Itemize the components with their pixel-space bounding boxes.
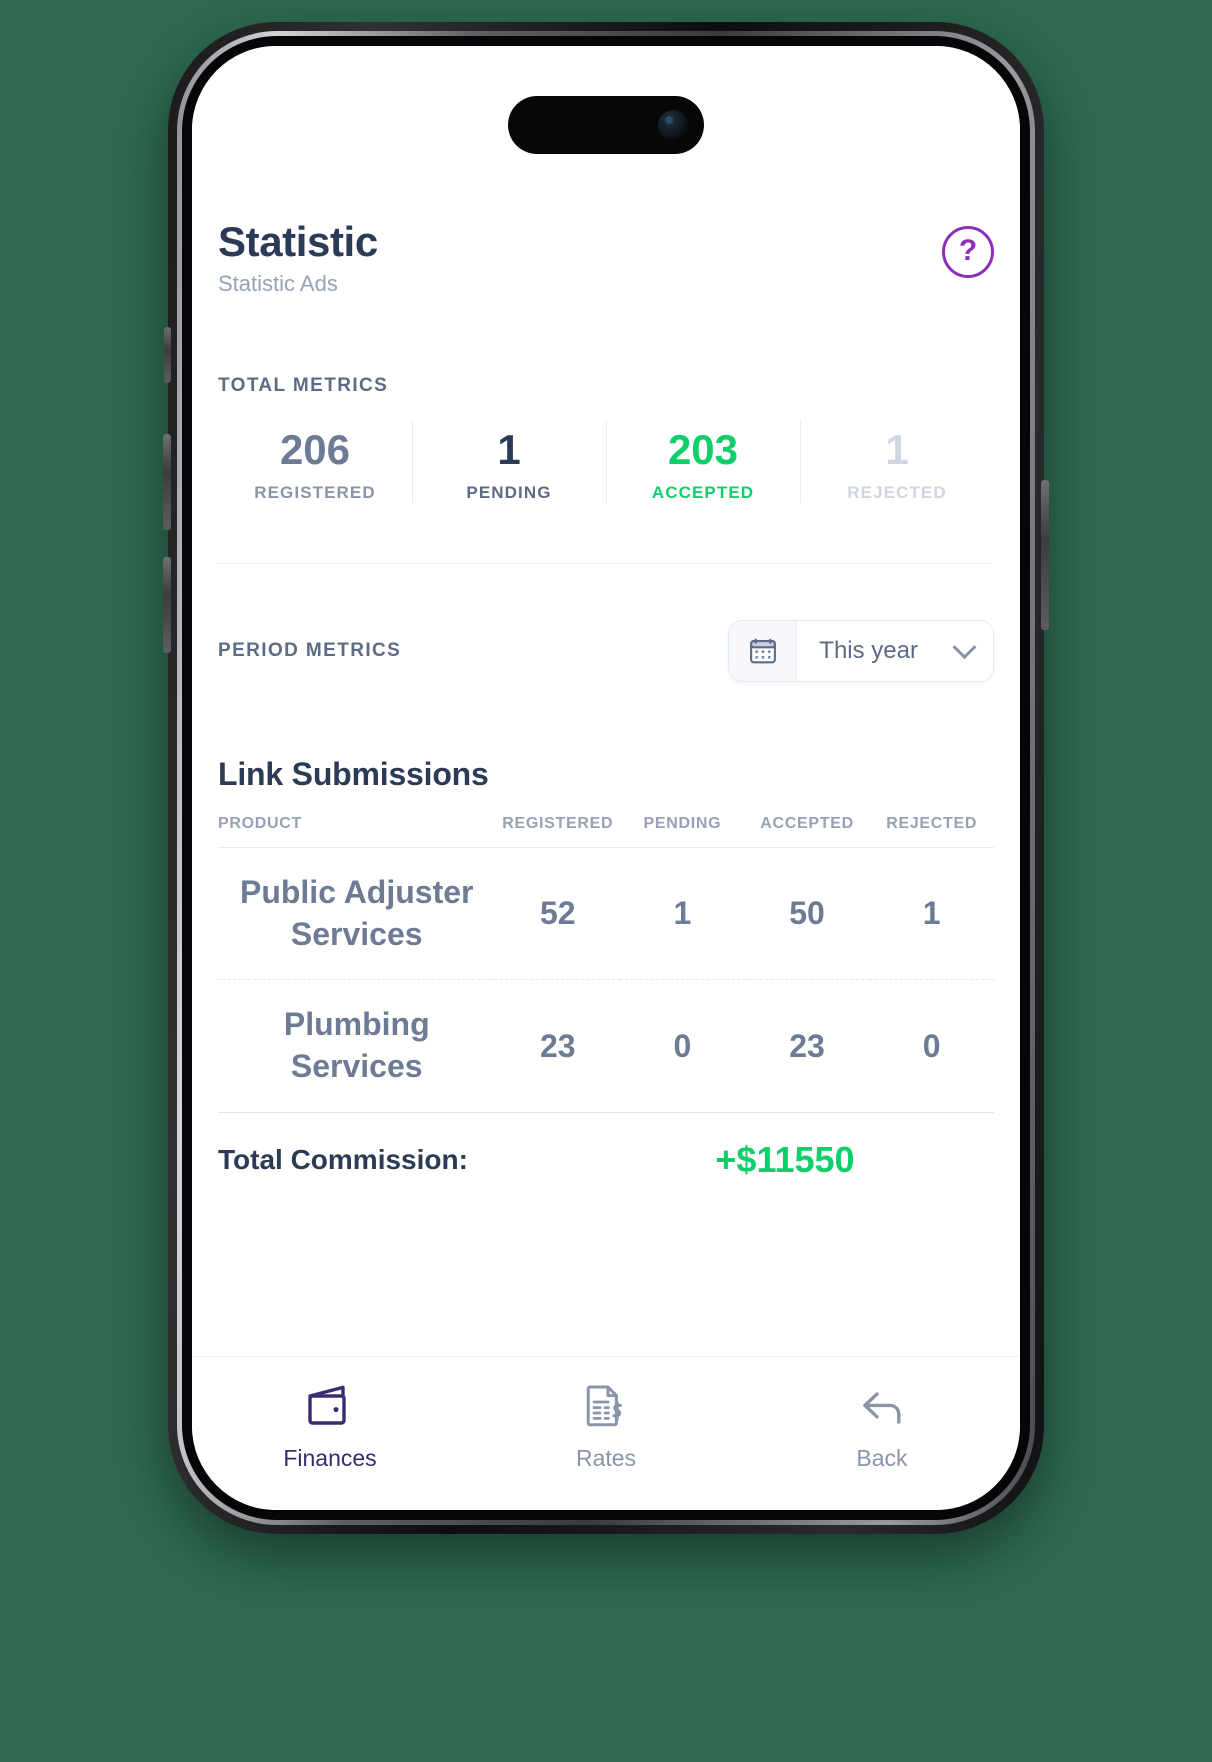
page-subtitle: Statistic Ads — [218, 271, 338, 297]
total-metrics-section: TOTAL METRICS 206 REGISTERED 1 PENDING 2… — [218, 375, 994, 565]
metric-accepted-value: 203 — [667, 426, 739, 474]
cell-rejected: 1 — [922, 895, 941, 932]
column-header-pending: PENDING — [643, 815, 722, 833]
period-select-value: This year — [819, 637, 918, 665]
power-button[interactable] — [1041, 480, 1049, 630]
back-arrow-icon — [856, 1379, 908, 1433]
table-row[interactable]: Plumbing Services 23 0 23 0 — [218, 979, 994, 1112]
silence-switch-button[interactable] — [164, 327, 171, 383]
metric-rejected: 1 REJECTED — [800, 413, 994, 511]
page-title: Statistic — [218, 218, 378, 265]
tab-rates[interactable]: Rates — [468, 1379, 744, 1472]
commission-divider — [218, 1111, 994, 1113]
total-commission-value: +$11550 — [715, 1138, 855, 1180]
tab-back-label: Back — [856, 1445, 908, 1471]
tab-finances-label: Finances — [283, 1445, 377, 1471]
app-root: Statistic Statistic Ads ? TOTAL METRICS … — [192, 46, 1020, 1510]
metric-pending-value: 1 — [497, 426, 521, 474]
cell-registered: 52 — [539, 895, 576, 932]
cell-pending: 0 — [673, 1027, 692, 1064]
tab-rates-label: Rates — [575, 1445, 637, 1471]
table-row[interactable]: Public Adjuster Services 52 1 50 1 — [218, 847, 994, 980]
metric-registered-label: REGISTERED — [254, 483, 376, 503]
metric-rejected-label: REJECTED — [847, 483, 947, 503]
total-commission-label: Total Commission: — [218, 1143, 468, 1175]
page-header: Statistic Statistic Ads ? — [218, 46, 994, 297]
submissions-table-head: PRODUCT REGISTERED PENDING ACCEPTED REJE… — [218, 815, 994, 848]
dynamic-island — [508, 96, 704, 154]
period-metrics-section: PERIOD METRICS This year — [218, 620, 994, 683]
front-camera-icon — [658, 110, 688, 140]
column-header-accepted: ACCEPTED — [760, 815, 854, 833]
period-select[interactable]: This year — [728, 620, 994, 683]
link-submissions-title: Link Submissions — [218, 756, 489, 793]
cell-rejected: 0 — [922, 1027, 941, 1064]
cell-product: Public Adjuster Services — [239, 874, 474, 952]
period-select-value-wrap: This year — [797, 621, 993, 681]
link-submissions-section: Link Submissions PRODUCT REGISTERED PEND… — [218, 756, 994, 1180]
bottom-tab-bar: Finances Rates Back — [192, 1356, 1020, 1510]
volume-down-button[interactable] — [163, 557, 171, 653]
total-commission-row: Total Commission: +$11550 — [218, 1139, 994, 1181]
tab-finances[interactable]: Finances — [192, 1379, 468, 1472]
page-content: Statistic Statistic Ads ? TOTAL METRICS … — [192, 46, 1020, 1356]
page-title-group: Statistic Statistic Ads — [218, 218, 378, 297]
tab-back[interactable]: Back — [744, 1379, 1020, 1472]
submissions-table: PRODUCT REGISTERED PENDING ACCEPTED REJE… — [218, 815, 994, 1111]
cell-accepted: 50 — [789, 895, 825, 932]
cell-registered: 23 — [539, 1027, 576, 1064]
metric-pending: 1 PENDING — [412, 413, 606, 511]
chevron-down-icon — [952, 634, 977, 659]
metric-registered-value: 206 — [279, 426, 351, 474]
metric-accepted-label: ACCEPTED — [651, 483, 755, 503]
volume-up-button[interactable] — [163, 434, 171, 530]
column-header-product: PRODUCT — [218, 815, 303, 833]
total-metrics-row: 206 REGISTERED 1 PENDING 203 ACCEPTED 1 … — [218, 413, 994, 511]
help-icon-glyph: ? — [958, 234, 978, 267]
document-dollar-icon — [580, 1379, 632, 1433]
cell-product: Plumbing Services — [283, 1006, 430, 1084]
column-header-rejected: REJECTED — [886, 815, 978, 833]
metric-rejected-value: 1 — [885, 426, 909, 474]
metric-pending-label: PENDING — [466, 483, 552, 503]
wallet-icon — [304, 1379, 356, 1433]
period-metrics-label: PERIOD METRICS — [218, 640, 402, 662]
help-icon[interactable]: ? — [942, 226, 994, 278]
metric-registered: 206 REGISTERED — [218, 413, 412, 511]
column-header-registered: REGISTERED — [502, 815, 614, 833]
total-metrics-label: TOTAL METRICS — [218, 375, 389, 397]
metric-accepted: 203 ACCEPTED — [606, 413, 800, 511]
submissions-table-body: Public Adjuster Services 52 1 50 1 Plumb… — [218, 847, 994, 1112]
phone-screen: Statistic Statistic Ads ? TOTAL METRICS … — [192, 46, 1020, 1510]
cell-pending: 1 — [673, 895, 692, 932]
calendar-icon — [729, 621, 798, 682]
table-header-row: PRODUCT REGISTERED PENDING ACCEPTED REJE… — [218, 815, 994, 848]
phone-device: Statistic Statistic Ads ? TOTAL METRICS … — [163, 22, 1049, 1534]
cell-accepted: 23 — [789, 1027, 825, 1064]
section-divider — [218, 563, 994, 565]
